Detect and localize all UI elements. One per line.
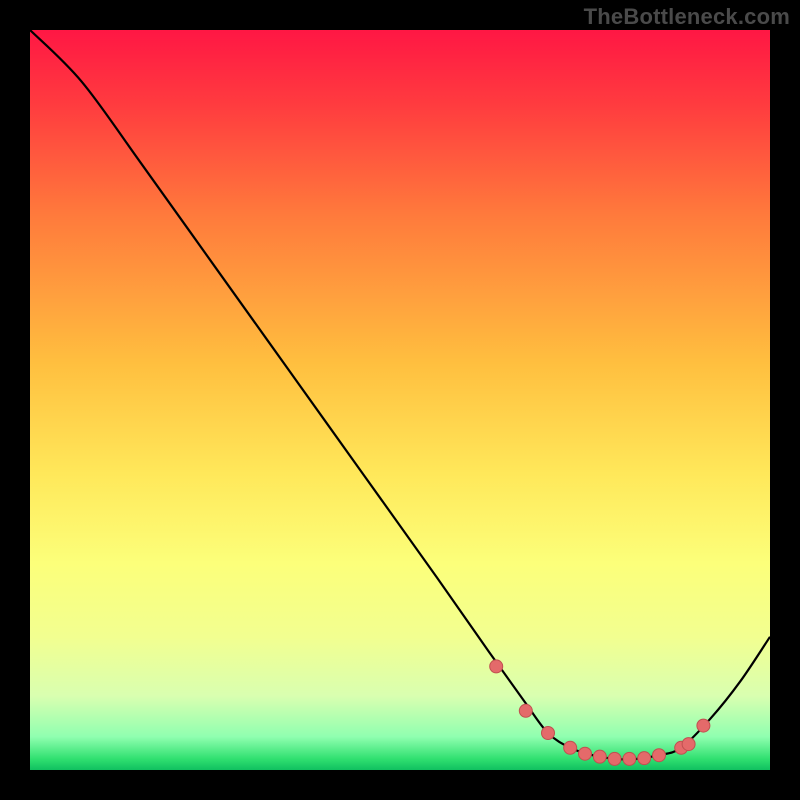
marker-point xyxy=(593,750,606,763)
marker-point xyxy=(490,660,503,673)
watermark-text: TheBottleneck.com xyxy=(584,4,790,30)
chart-frame: TheBottleneck.com xyxy=(0,0,800,800)
marker-point xyxy=(579,747,592,760)
marker-point xyxy=(519,704,532,717)
marker-point xyxy=(564,741,577,754)
marker-point xyxy=(638,752,651,765)
plot-area xyxy=(30,30,770,770)
gradient-background xyxy=(30,30,770,770)
chart-svg xyxy=(30,30,770,770)
marker-point xyxy=(653,749,666,762)
marker-point xyxy=(623,752,636,765)
marker-point xyxy=(697,719,710,732)
marker-point xyxy=(608,752,621,765)
marker-point xyxy=(682,738,695,751)
marker-point xyxy=(542,727,555,740)
